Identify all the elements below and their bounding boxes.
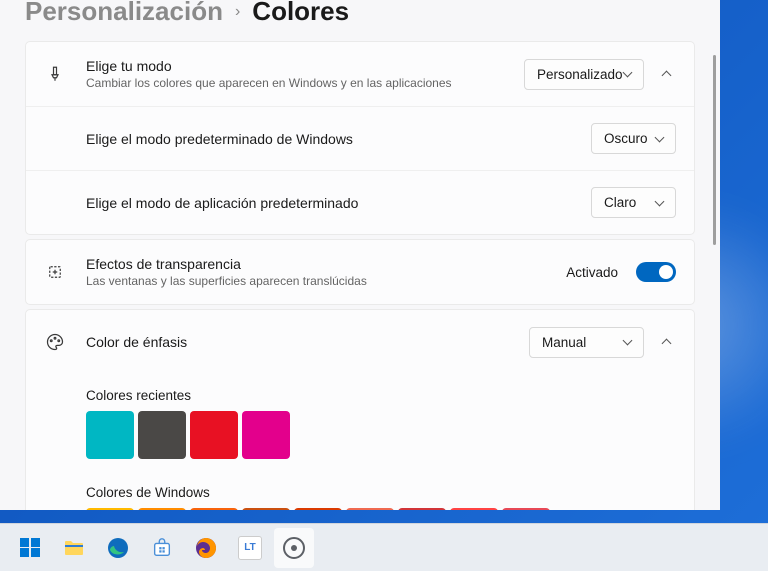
- accent-card: Color de énfasis Manual Colores reciente…: [25, 309, 695, 510]
- color-swatch[interactable]: [86, 411, 134, 459]
- app-mode-dropdown[interactable]: Claro: [591, 187, 676, 218]
- lt-icon: LT: [238, 536, 262, 560]
- color-swatch[interactable]: [502, 508, 550, 510]
- chevron-down-icon: [655, 134, 665, 144]
- transparency-card: Efectos de transparencia Las ventanas y …: [25, 239, 695, 305]
- accent-dropdown-value: Manual: [542, 335, 586, 350]
- color-swatch[interactable]: [242, 411, 290, 459]
- chevron-up-icon: [662, 69, 672, 79]
- taskbar-firefox[interactable]: [186, 528, 226, 568]
- taskbar-settings[interactable]: [274, 528, 314, 568]
- windows-mode-label: Elige el modo predeterminado de Windows: [86, 131, 591, 147]
- color-swatch[interactable]: [294, 508, 342, 510]
- store-icon: [151, 537, 173, 559]
- taskbar-file-explorer[interactable]: [54, 528, 94, 568]
- app-mode-value: Claro: [604, 195, 636, 210]
- mode-title: Elige tu modo: [86, 58, 524, 74]
- edge-icon: [106, 536, 130, 560]
- gear-icon: [283, 537, 305, 559]
- windows-mode-dropdown[interactable]: Oscuro: [591, 123, 676, 154]
- page-title: Colores: [252, 0, 349, 27]
- collapse-button[interactable]: [658, 65, 676, 83]
- settings-window: Personalización › Colores Elige tu modo …: [0, 0, 720, 510]
- mode-subtitle: Cambiar los colores que aparecen en Wind…: [86, 76, 524, 90]
- color-swatch[interactable]: [242, 508, 290, 510]
- app-mode-label: Elige el modo de aplicación predetermina…: [86, 195, 591, 211]
- scrollbar[interactable]: [713, 55, 716, 245]
- transparency-toggle[interactable]: [636, 262, 676, 282]
- color-swatch[interactable]: [346, 508, 394, 510]
- folder-icon: [62, 536, 86, 560]
- taskbar-store[interactable]: [142, 528, 182, 568]
- accent-dropdown[interactable]: Manual: [529, 327, 644, 358]
- color-swatch[interactable]: [190, 411, 238, 459]
- brush-icon: [44, 65, 66, 83]
- color-swatch[interactable]: [450, 508, 498, 510]
- palette-icon: [44, 332, 66, 352]
- color-swatch[interactable]: [190, 508, 238, 510]
- recent-colors-label: Colores recientes: [86, 388, 676, 403]
- chevron-down-icon: [623, 69, 633, 79]
- breadcrumb: Personalización › Colores: [25, 0, 695, 41]
- transparency-title: Efectos de transparencia: [86, 256, 566, 272]
- taskbar: LT: [0, 523, 768, 571]
- taskbar-start[interactable]: [10, 528, 50, 568]
- transparency-status: Activado: [566, 265, 618, 280]
- recent-colors-grid: [86, 411, 676, 459]
- color-swatch[interactable]: [398, 508, 446, 510]
- collapse-button[interactable]: [658, 333, 676, 351]
- chevron-up-icon: [662, 337, 672, 347]
- color-swatch[interactable]: [138, 411, 186, 459]
- transparency-subtitle: Las ventanas y las superficies aparecen …: [86, 274, 566, 288]
- mode-card: Elige tu modo Cambiar los colores que ap…: [25, 41, 695, 235]
- chevron-down-icon: [655, 198, 665, 208]
- taskbar-languagetool[interactable]: LT: [230, 528, 270, 568]
- taskbar-edge[interactable]: [98, 528, 138, 568]
- windows-logo-icon: [20, 538, 40, 558]
- chevron-right-icon: ›: [235, 3, 240, 21]
- windows-colors-label: Colores de Windows: [86, 485, 676, 500]
- chevron-down-icon: [623, 337, 633, 347]
- mode-dropdown-value: Personalizado: [537, 67, 623, 82]
- accent-title: Color de énfasis: [86, 334, 529, 350]
- sparkle-icon: [44, 263, 66, 281]
- windows-colors-grid: [86, 508, 676, 510]
- color-swatch[interactable]: [138, 508, 186, 510]
- breadcrumb-parent[interactable]: Personalización: [25, 0, 223, 27]
- color-swatch[interactable]: [86, 508, 134, 510]
- windows-mode-value: Oscuro: [604, 131, 648, 146]
- mode-dropdown[interactable]: Personalizado: [524, 59, 644, 90]
- firefox-icon: [194, 536, 218, 560]
